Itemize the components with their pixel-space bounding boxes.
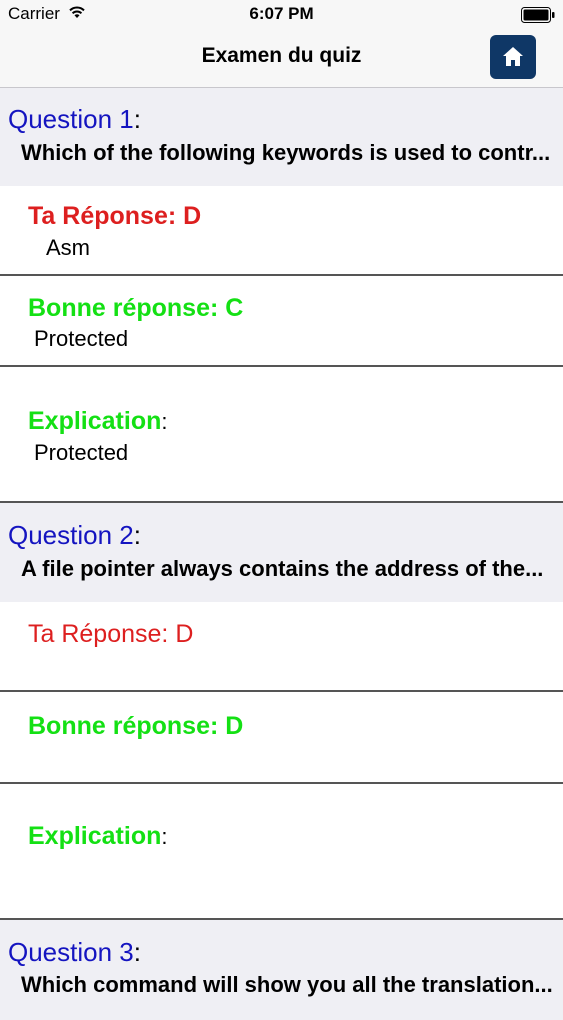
correct-answer-label: Bonne réponse: C — [28, 294, 244, 322]
question-title: Question 2: — [8, 520, 141, 550]
explanation-label: Explication: — [28, 822, 168, 850]
your-answer-text: Asm — [46, 235, 90, 260]
battery-icon — [521, 7, 555, 23]
your-answer-row: Ta Réponse: D — [0, 602, 563, 692]
question-text: Which of the following keywords is used … — [21, 140, 551, 165]
correct-answer-label: Bonne réponse: D — [28, 712, 244, 740]
question-header: Question 2: A file pointer always contai… — [0, 503, 563, 602]
question-header: Question 3: Which command will show you … — [0, 920, 563, 1020]
explanation-row: Explication: Protected — [0, 367, 563, 503]
home-icon — [503, 47, 523, 66]
explanation-row: Explication: — [0, 784, 563, 920]
page-title: Examen du quiz — [201, 44, 362, 67]
status-bar: Carrier 6:07 PM — [0, 0, 563, 30]
home-button[interactable] — [490, 35, 536, 79]
results-list[interactable]: Question 1: Which of the following keywo… — [0, 88, 563, 1020]
question-header: Question 1: Which of the following keywo… — [0, 88, 563, 186]
explanation-text: Protected — [34, 440, 129, 465]
navigation-bar: Examen du quiz — [0, 30, 563, 88]
question-title: Question 1: — [8, 104, 141, 134]
your-answer-row: Ta Réponse: D Asm — [0, 186, 563, 276]
correct-answer-row: Bonne réponse: D — [0, 692, 563, 784]
status-time: 6:07 PM — [249, 4, 314, 23]
question-text: A file pointer always contains the addre… — [21, 556, 544, 581]
correct-answer-row: Bonne réponse: C Protected — [0, 276, 563, 367]
your-answer-label: Ta Réponse: D — [28, 202, 202, 230]
correct-answer-text: Protected — [34, 326, 129, 351]
question-text: Which command will show you all the tran… — [21, 972, 553, 997]
question-title: Question 3: — [8, 937, 141, 967]
explanation-label: Explication: — [28, 407, 168, 435]
your-answer-label: Ta Réponse: D — [28, 620, 194, 648]
